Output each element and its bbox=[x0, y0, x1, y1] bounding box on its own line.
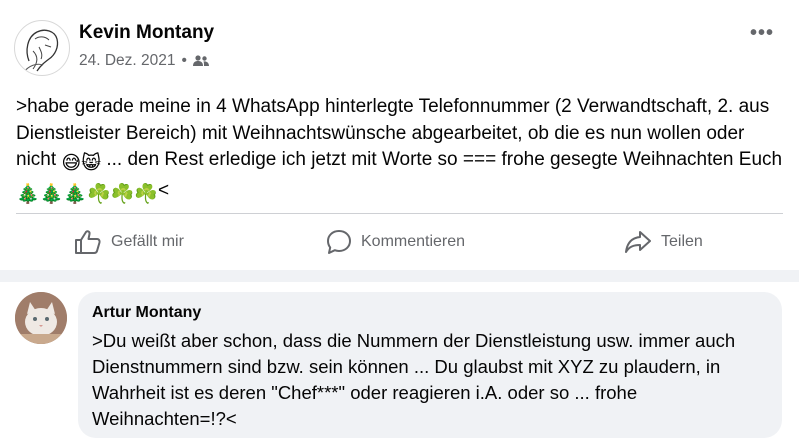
thumbs-up-icon bbox=[75, 230, 101, 254]
post-text-part-3: < bbox=[157, 179, 170, 201]
comment-bubble-icon bbox=[327, 230, 351, 254]
comment-text: >Du weißt aber schon, dass die Nummern d… bbox=[92, 330, 736, 429]
comment-author-name[interactable]: Artur Montany bbox=[92, 304, 201, 322]
post-date[interactable]: 24. Dez. 2021 bbox=[79, 52, 176, 70]
action-bar: Gefällt mir Kommentieren Teilen bbox=[16, 214, 783, 270]
emoji-trees-clovers: 🎄🎄🎄☘️☘️☘️ bbox=[16, 183, 158, 205]
comment-bubble: Artur Montany >Du weißt aber schon, dass… bbox=[78, 292, 782, 438]
emoji-sweat-cat: 😅😸 bbox=[61, 153, 102, 174]
comment-button[interactable]: Kommentieren bbox=[326, 214, 465, 270]
sketch-portrait-icon bbox=[22, 29, 59, 74]
more-options-icon[interactable]: ••• bbox=[750, 22, 774, 45]
meta-separator: • bbox=[181, 52, 187, 69]
comment-label: Kommentieren bbox=[361, 233, 466, 250]
post-meta: 24. Dez. 2021 • bbox=[79, 52, 209, 70]
post-header: Kevin Montany 24. Dez. 2021 • ••• bbox=[14, 16, 784, 76]
share-arrow-icon bbox=[625, 231, 651, 253]
post-text: >habe gerade meine in 4 WhatsApp hinterl… bbox=[16, 94, 786, 208]
post-text-part-2: ... den Rest erledige ich jetzt mit Wort… bbox=[101, 149, 783, 170]
author-avatar[interactable] bbox=[14, 20, 70, 76]
section-separator bbox=[0, 270, 799, 282]
like-button[interactable]: Gefällt mir bbox=[74, 214, 184, 270]
friends-icon bbox=[192, 55, 209, 66]
cat-photo-icon bbox=[15, 292, 67, 344]
share-label: Teilen bbox=[661, 233, 703, 250]
share-button[interactable]: Teilen bbox=[624, 214, 703, 270]
like-label: Gefällt mir bbox=[111, 233, 184, 250]
post-author-name[interactable]: Kevin Montany bbox=[79, 22, 214, 44]
commenter-avatar[interactable] bbox=[15, 292, 67, 344]
